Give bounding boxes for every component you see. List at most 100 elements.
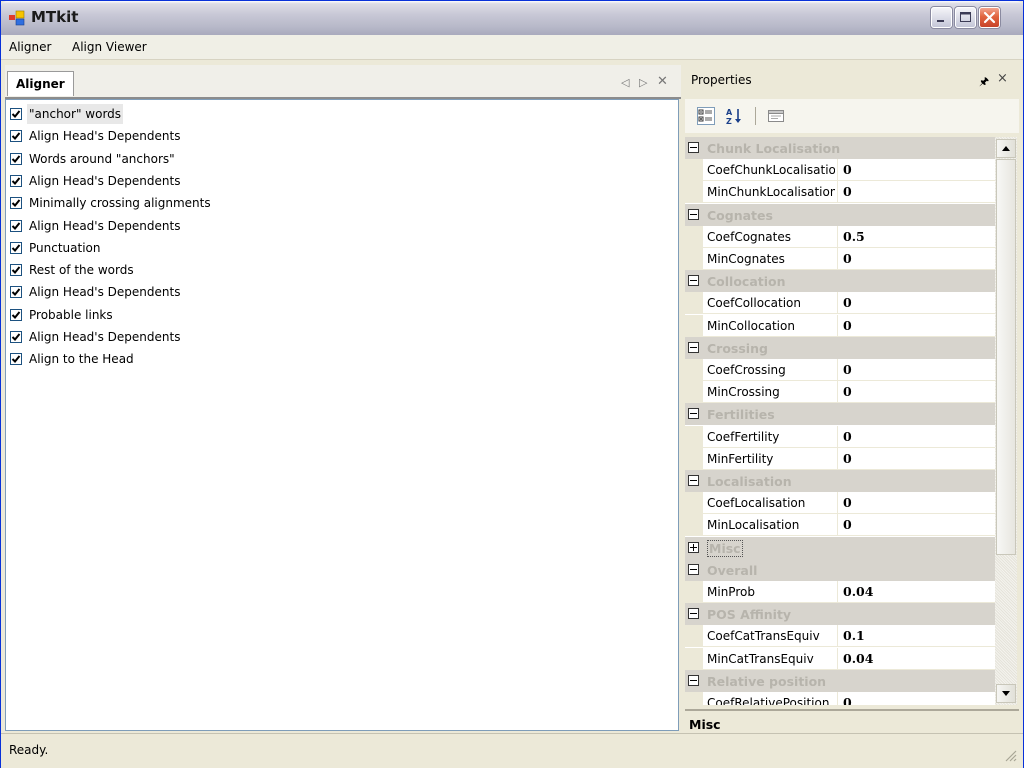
category-row[interactable]: Fertilities — [685, 403, 995, 426]
property-row[interactable]: MinLocalisation 0 — [685, 514, 995, 537]
step-item[interactable]: Probable links — [10, 305, 115, 325]
property-value[interactable]: 0 — [843, 695, 852, 705]
category-row[interactable]: Localisation — [685, 470, 995, 492]
property-value[interactable]: 0 — [843, 362, 852, 377]
step-checkbox[interactable] — [10, 174, 22, 187]
collapse-icon[interactable] — [688, 275, 699, 287]
property-value[interactable]: 0 — [843, 429, 852, 444]
category-row[interactable]: Collocation — [685, 270, 995, 293]
step-checkbox[interactable] — [10, 108, 22, 120]
step-checkbox[interactable] — [10, 219, 22, 232]
property-value[interactable]: 0 — [843, 318, 852, 333]
category-row[interactable]: Crossing — [685, 336, 995, 359]
step-item[interactable]: Rest of the words — [10, 260, 136, 280]
step-item[interactable]: Align Head's Dependents — [10, 282, 182, 302]
property-row[interactable]: CoefChunkLocalisation 0 — [685, 159, 995, 182]
step-checkbox[interactable] — [10, 308, 22, 321]
property-row[interactable]: MinProb 0.04 — [685, 581, 995, 603]
step-item[interactable]: Align Head's Dependents — [10, 171, 182, 191]
property-value[interactable]: 0 — [843, 162, 852, 177]
resize-grip-icon[interactable] — [1003, 748, 1017, 762]
property-row[interactable]: MinCatTransEquiv 0.04 — [685, 647, 995, 670]
step-item[interactable]: Align Head's Dependents — [10, 327, 182, 347]
close-tab-icon[interactable]: ✕ — [657, 74, 668, 89]
collapse-icon[interactable] — [688, 142, 699, 153]
scroll-thumb[interactable] — [996, 159, 1016, 555]
step-checkbox[interactable] — [10, 152, 22, 165]
collapse-icon[interactable] — [688, 341, 699, 353]
property-value[interactable]: 0 — [843, 184, 852, 199]
maximize-button[interactable] — [955, 7, 976, 28]
property-row[interactable]: CoefCatTransEquiv 0.1 — [685, 625, 995, 648]
category-row[interactable]: POS Affinity — [685, 603, 995, 626]
step-item[interactable]: Punctuation — [10, 238, 102, 258]
category-row[interactable]: Misc — [685, 536, 995, 559]
property-value[interactable]: 0 — [843, 295, 852, 310]
category-row[interactable]: Chunk Localisation — [685, 137, 995, 159]
property-row[interactable]: MinCollocation 0 — [685, 314, 995, 337]
step-checkbox[interactable] — [10, 331, 22, 343]
property-row[interactable]: MinCognates 0 — [685, 248, 995, 270]
step-checkbox[interactable] — [10, 241, 22, 254]
collapse-icon[interactable] — [688, 475, 699, 486]
property-row[interactable]: MinChunkLocalisation 0 — [685, 181, 995, 204]
collapse-icon[interactable] — [688, 563, 699, 575]
property-pages-icon[interactable] — [767, 107, 785, 125]
row-gutter — [685, 314, 703, 337]
property-value[interactable]: 0 — [843, 495, 852, 510]
step-checkbox[interactable] — [10, 197, 22, 210]
property-value[interactable]: 0 — [843, 451, 852, 466]
property-row[interactable]: CoefFertility 0 — [685, 425, 995, 448]
categorized-icon[interactable] — [697, 107, 715, 125]
property-row[interactable]: CoefRelativePosition 0 — [685, 692, 995, 705]
pin-icon[interactable]: 🖈 — [979, 73, 989, 92]
property-value[interactable]: 0 — [843, 517, 852, 532]
property-value[interactable]: 0 — [843, 384, 852, 399]
title-bar[interactable]: MTkit — [1, 1, 1023, 35]
step-item[interactable]: Align Head's Dependents — [10, 216, 182, 236]
alphabetical-sort-icon[interactable]: A Z — [725, 107, 743, 125]
property-value[interactable]: 0.1 — [843, 628, 865, 643]
step-checkbox[interactable] — [10, 264, 22, 277]
properties-close-icon[interactable]: × — [997, 71, 1008, 86]
property-row[interactable]: CoefCrossing 0 — [685, 359, 995, 381]
property-grid-scrollbar[interactable] — [995, 137, 1017, 705]
property-row[interactable]: CoefLocalisation 0 — [685, 492, 995, 515]
property-grid[interactable]: Chunk Localisation CoefChunkLocalisation 0… — [685, 137, 995, 705]
category-row[interactable]: Overall — [685, 558, 995, 581]
property-row[interactable]: MinCrossing 0 — [685, 381, 995, 404]
collapse-icon[interactable] — [688, 674, 699, 686]
property-value[interactable]: 0 — [843, 251, 852, 266]
step-item[interactable]: "anchor" words — [10, 104, 124, 124]
menu-aligner[interactable]: Aligner — [9, 40, 51, 54]
scroll-up-button[interactable] — [996, 139, 1016, 158]
scroll-tabs-left-icon[interactable]: ◁ — [621, 76, 629, 89]
step-checkbox[interactable] — [10, 286, 22, 299]
row-gutter — [685, 425, 703, 448]
scroll-tabs-right-icon[interactable]: ▷ — [639, 76, 647, 89]
property-row[interactable]: CoefCollocation 0 — [685, 292, 995, 315]
step-checkbox[interactable] — [10, 353, 22, 366]
tab-aligner[interactable]: Aligner — [7, 71, 74, 96]
property-row[interactable]: MinFertility 0 — [685, 447, 995, 470]
step-item[interactable]: Align Head's Dependents — [10, 126, 182, 146]
close-button[interactable] — [979, 7, 1000, 28]
collapse-icon[interactable] — [688, 408, 699, 420]
property-value[interactable]: 0.04 — [843, 651, 873, 666]
scroll-down-button[interactable] — [996, 684, 1016, 703]
expand-icon[interactable] — [688, 541, 699, 553]
collapse-icon[interactable] — [688, 208, 699, 220]
minimize-button[interactable] — [931, 7, 952, 28]
aligner-step-list[interactable]: "anchor" words Align Head's Dependents Wor… — [5, 99, 679, 731]
step-item[interactable]: Words around "anchors" — [10, 149, 177, 169]
collapse-icon[interactable] — [688, 608, 699, 620]
step-item[interactable]: Align to the Head — [10, 349, 136, 369]
category-row[interactable]: Cognates — [685, 203, 995, 226]
menu-align-viewer[interactable]: Align Viewer — [72, 40, 147, 54]
property-value[interactable]: 0.04 — [843, 584, 873, 599]
property-row[interactable]: CoefCognates 0.5 — [685, 225, 995, 248]
property-value[interactable]: 0.5 — [843, 229, 865, 244]
step-item[interactable]: Minimally crossing alignments — [10, 193, 213, 213]
category-row[interactable]: Relative position — [685, 669, 995, 692]
step-checkbox[interactable] — [10, 130, 22, 143]
